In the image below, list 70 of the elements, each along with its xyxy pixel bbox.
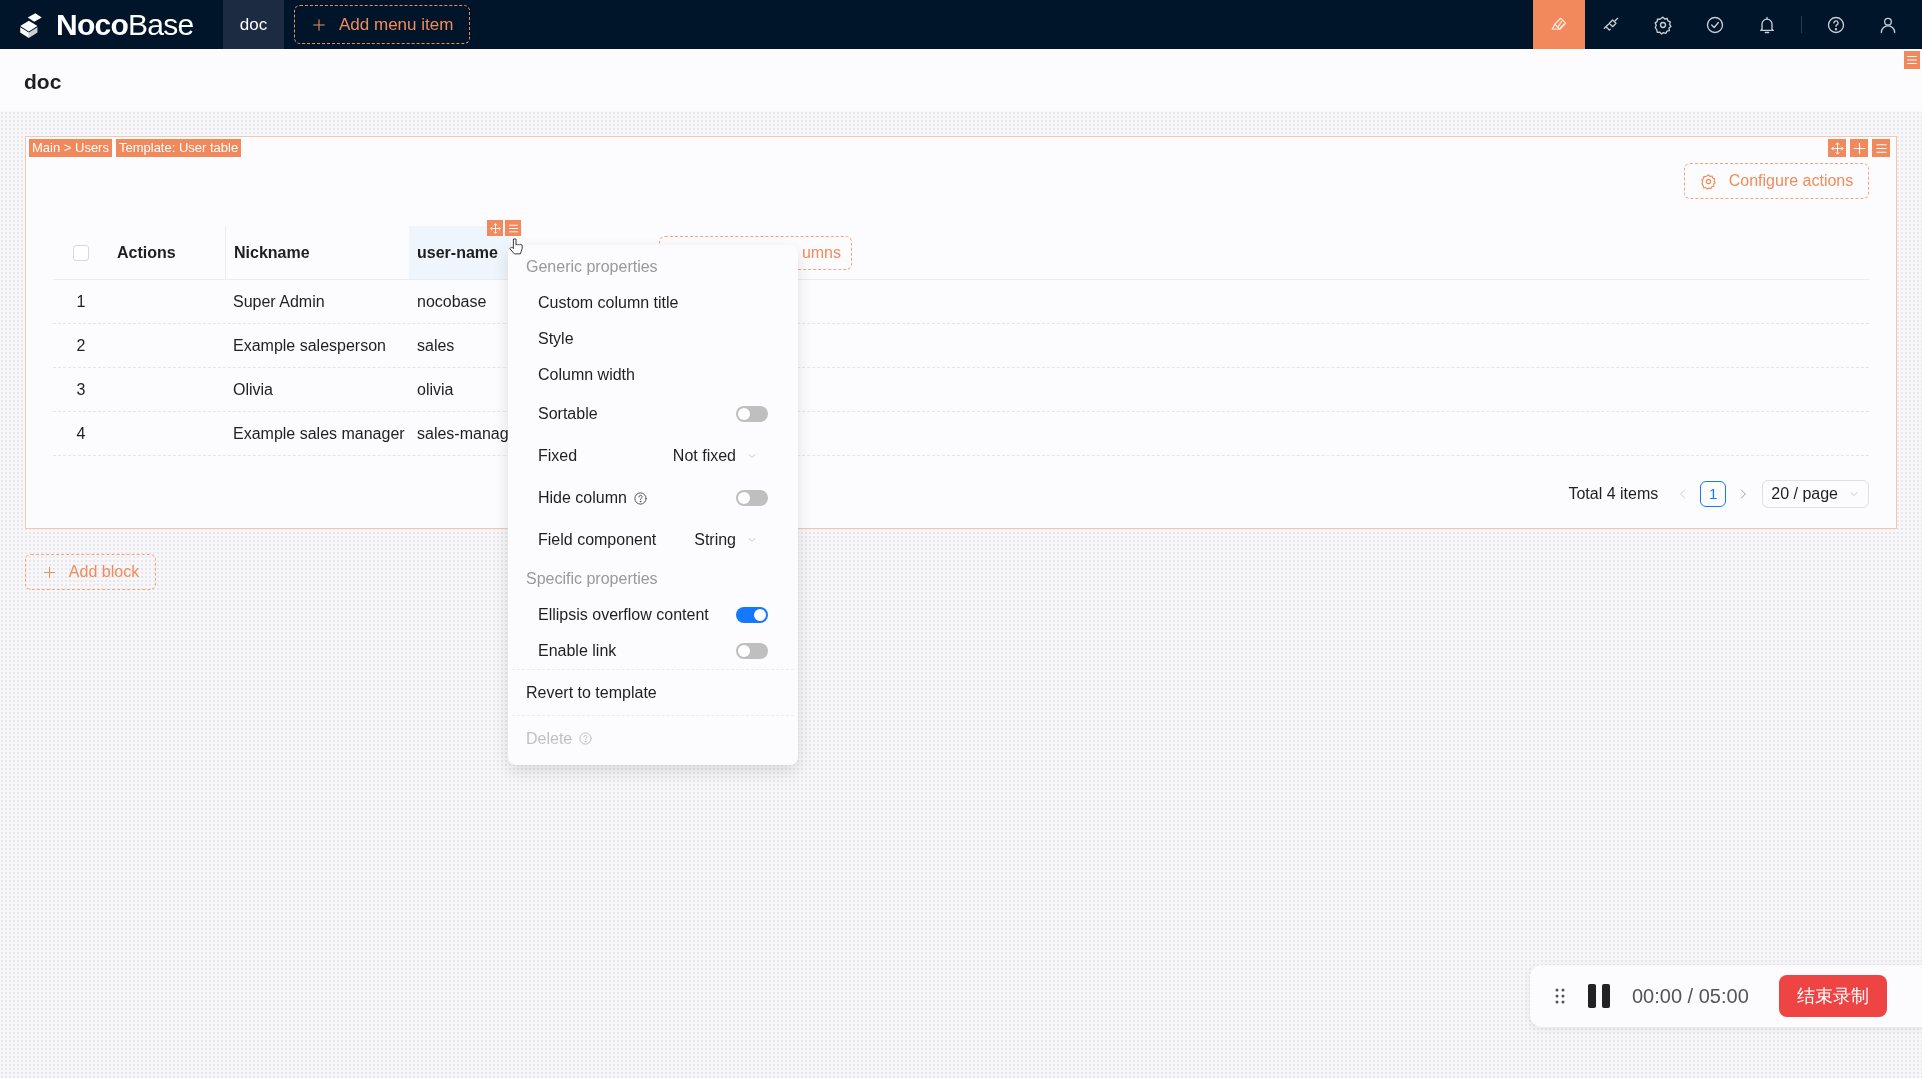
recording-timer: 00:00 / 05:00: [1632, 984, 1749, 1009]
menu-item-label: Enable link: [538, 641, 617, 661]
plus-icon: [1851, 140, 1867, 156]
toggle-switch[interactable]: [736, 406, 768, 422]
row-number: 3: [75, 379, 87, 400]
settings-menu-button[interactable]: [1904, 51, 1920, 69]
column-header[interactable]: Actions: [109, 226, 225, 279]
menu-item-label: Ellipsis overflow content: [538, 605, 709, 625]
table-cell-text: sales: [416, 335, 456, 356]
menu-item-label: Sortable: [538, 404, 598, 424]
toggle-switch[interactable]: [736, 607, 768, 623]
plus-icon: [41, 564, 57, 580]
plus-icon: [311, 16, 327, 33]
row-number: 1: [75, 291, 87, 312]
select-field[interactable]: Not fixed: [672, 444, 758, 468]
table-cell-text: Example salesperson: [232, 335, 387, 356]
menu-item[interactable]: Ellipsis overflow content: [512, 597, 794, 633]
table-cell-text: Example sales manager: [232, 423, 406, 444]
page-button[interactable]: 1: [1700, 481, 1727, 507]
move-icon: [1829, 140, 1845, 156]
settings-icon[interactable]: [1653, 14, 1673, 35]
menu-group-title: Generic properties: [526, 257, 658, 277]
drag-handle-icon[interactable]: [1554, 987, 1566, 1005]
menu-item-label: Hide column: [538, 488, 627, 508]
menu-item[interactable]: Column width: [512, 357, 794, 393]
table-cell-text: olivia: [416, 379, 455, 400]
drag-handle[interactable]: [1828, 139, 1846, 157]
menu-item[interactable]: Fixed Not fixed: [512, 435, 794, 477]
add-menu-item-button[interactable]: Add menu item: [294, 5, 471, 44]
menu-tab[interactable]: doc: [223, 0, 284, 49]
settings-icon: [1699, 172, 1717, 190]
page-title: doc: [24, 71, 63, 92]
pause-icon[interactable]: [1586, 983, 1612, 1009]
select-all-checkbox[interactable]: [73, 244, 89, 261]
total-items-text: Total 4 items: [1568, 484, 1659, 504]
toggle-switch[interactable]: [736, 643, 768, 659]
bell-icon[interactable]: [1757, 14, 1777, 35]
table-cell-text: Olivia: [232, 379, 274, 400]
settings-menu-button[interactable]: [1872, 139, 1890, 157]
move-icon: [488, 221, 502, 235]
menu-item-label: Fixed: [538, 446, 578, 466]
menu-item[interactable]: Style: [512, 321, 794, 357]
menu-icon: [1905, 53, 1919, 67]
help-icon[interactable]: [1826, 14, 1846, 35]
menu-item[interactable]: Enable link: [512, 633, 794, 669]
menu-item[interactable]: Hide column: [512, 477, 794, 519]
menu-item[interactable]: Revert to template: [508, 670, 798, 715]
column-header[interactable]: user-name: [409, 226, 511, 279]
drag-handle[interactable]: [487, 220, 503, 236]
menu-item-label: Field component: [538, 530, 657, 550]
select-field[interactable]: String: [694, 528, 758, 552]
settings-menu-button[interactable]: [505, 220, 521, 236]
table-cell-text: sales-manag: [416, 423, 510, 444]
page-size-select[interactable]: 20 / page: [1762, 480, 1869, 508]
add-button[interactable]: [1850, 139, 1868, 157]
ui-editor-button[interactable]: [1533, 0, 1585, 49]
table-cell-text: nocobase: [416, 291, 488, 312]
menu-item[interactable]: Custom column title: [512, 285, 794, 321]
menu-group-title: Specific properties: [526, 569, 658, 589]
row-number: 4: [75, 423, 87, 444]
menu-item[interactable]: Sortable: [512, 393, 794, 435]
toggle-switch[interactable]: [736, 490, 768, 506]
stop-recording-button[interactable]: 结束录制: [1778, 975, 1887, 1017]
check-circle-icon[interactable]: [1705, 14, 1725, 35]
menu-item[interactable]: Field component String: [512, 519, 794, 561]
breadcrumb-tag: Main > Users: [29, 139, 112, 157]
table-cell-text: Super Admin: [232, 291, 326, 312]
nocobase-logo: NocoBase: [56, 9, 194, 40]
breadcrumb-tag: Template: User table: [115, 139, 242, 157]
row-number: 2: [75, 335, 87, 356]
